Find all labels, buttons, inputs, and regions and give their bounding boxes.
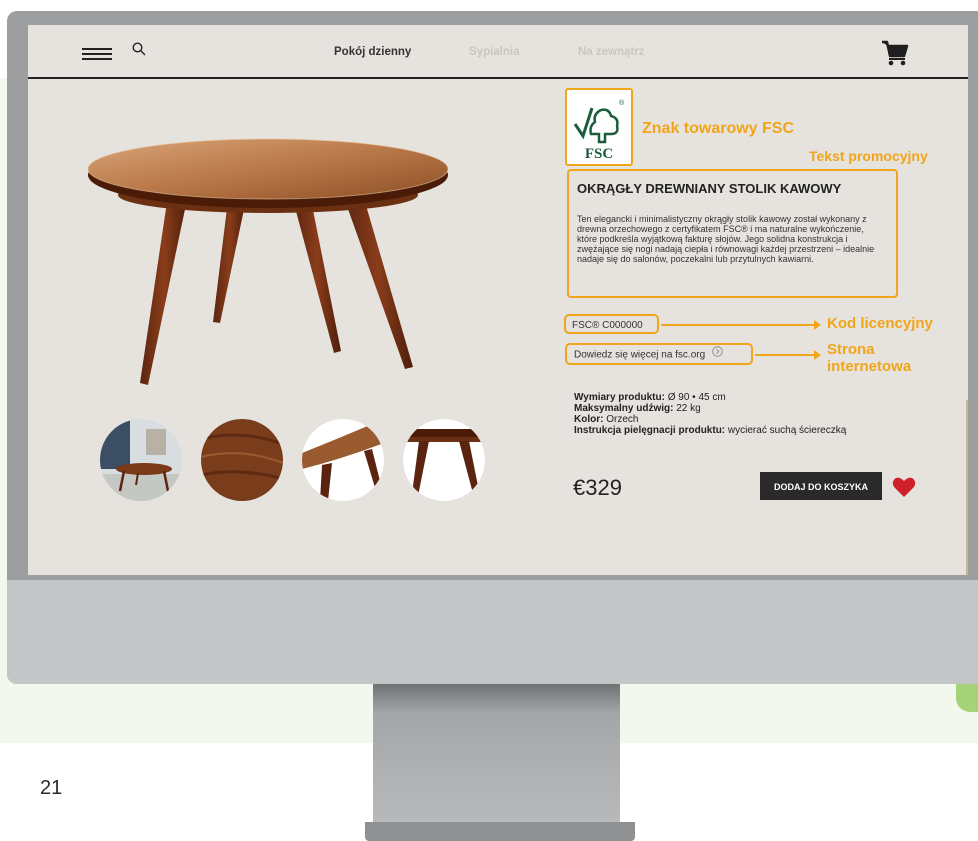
promo-text-box: OKRĄGŁY DREWNIANY STOLIK KAWOWY Ten eleg… [567,169,898,298]
annotation-license-code: Kod licencyjny [827,315,933,332]
learn-more-text: Dowiedz się więcej na fsc.org [574,349,706,361]
arrow-website [755,350,821,360]
monitor-foot [365,822,635,841]
product-specs: Wymiary produktu: Ø 90 • 45 cm Maksymaln… [574,392,846,436]
product-title: OKRĄGŁY DREWNIANY STOLIK KAWOWY [577,181,842,196]
chevron-right-icon [712,345,723,365]
annotation-fsc-mark: Znak towarowy FSC [642,120,795,137]
nav-link-outdoor[interactable]: Na zewnątrz [578,46,644,58]
scrollbar[interactable] [966,400,968,575]
monitor-chin [7,580,978,684]
menu-icon[interactable] [82,48,112,60]
screen: Pokój dzienny Sypialnia Na zewnątrz ® FS… [28,25,968,575]
heart-icon[interactable] [892,476,916,498]
page-number: 21 [40,777,63,799]
product-description: Ten elegancki i minimalistyczny okrągły … [577,214,875,264]
annotation-website: Strona internetowa [827,341,911,375]
arrow-license [661,320,821,330]
monitor-stand [373,684,620,829]
fsc-logo: ® FSC [565,88,633,166]
spec-dimensions: Wymiary produktu: Ø 90 • 45 cm [574,392,726,403]
fsc-logo-text: FSC [585,146,613,162]
learn-more-link[interactable]: Dowiedz się więcej na fsc.org [565,343,753,365]
thumbnail-wood-grain[interactable] [201,419,283,501]
spec-max-load: Maksymalny udźwig: 22 kg [574,403,701,414]
license-code: FSC® C000000 [564,314,659,334]
search-icon[interactable] [132,42,146,60]
annotation-website-line2: internetowa [827,358,912,375]
thumbnail-room[interactable] [100,419,182,501]
thumbnail-legs[interactable] [403,419,485,501]
add-to-cart-button[interactable]: DODAJ DO KOSZYKA [760,472,882,500]
product-image [87,138,449,385]
fsc-tree-checkmark-icon: ® FSC [573,99,625,162]
nav-link-living-room[interactable]: Pokój dzienny [334,46,411,58]
fsc-registered-mark: ® [619,99,625,107]
annotation-website-line1: Strona [827,341,875,358]
annotation-promo-text: Tekst promocyjny [809,148,928,164]
spec-color: Kolor: Orzech [574,414,639,425]
product-price: €329 [573,475,622,500]
top-navigation: Pokój dzienny Sypialnia Na zewnątrz [28,25,968,79]
cart-icon[interactable] [881,39,909,67]
spec-care: Instrukcja pielęgnacji produktu: wyciera… [574,425,847,436]
thumbnail-edge[interactable] [302,419,384,501]
nav-link-bedroom[interactable]: Sypialnia [469,46,520,58]
